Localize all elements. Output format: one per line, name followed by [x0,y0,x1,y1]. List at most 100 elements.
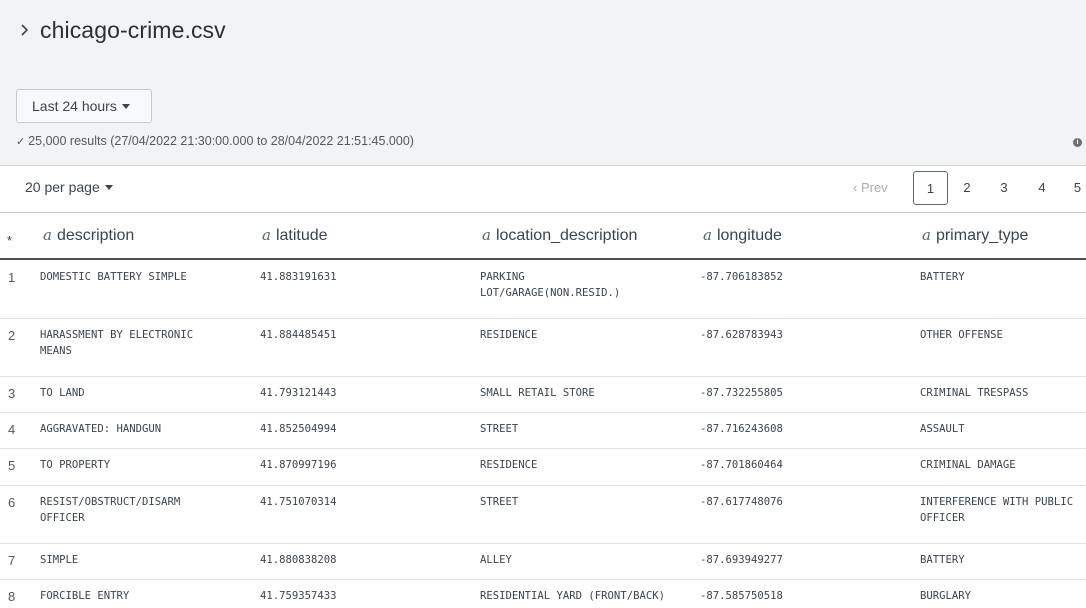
cell-latitude: 41.880838208 [260,554,460,571]
row-number: 5 [8,458,16,473]
cell-description: SIMPLE [40,554,250,571]
page-button-3[interactable]: 3 [993,171,1015,205]
cell-location-description: RESIDENCE [480,459,690,476]
per-page-label: 20 per page [25,179,100,195]
cell-description: TO PROPERTY [40,459,250,476]
info-icon[interactable]: i [1073,138,1082,147]
cell-location-description: RESIDENTIAL YARD (FRONT/BACK) [480,590,690,607]
cell-description: AGGRAVATED: HANDGUN [40,423,250,440]
row-number: 2 [8,328,16,343]
check-icon: ✓ [16,135,26,148]
cell-location-description: SMALL RETAIL STORE [480,387,690,404]
time-range-label: Last 24 hours [32,98,117,114]
table-row[interactable]: 7 SIMPLE 41.880838208 ALLEY -87.693949277 BAT… [0,544,1086,580]
cell-latitude: 41.883191631 [260,271,460,288]
cell-text: DOMESTIC BATTERY SIMPLE [40,271,187,283]
cell-latitude: 41.884485451 [260,329,460,346]
cell-text: CRIMINAL TRESPASS [920,387,1029,399]
cell-text: BURGLARY [920,590,972,602]
cell-text: -87.706183852 [700,271,783,283]
cell-primary-type: BURGLARY [920,590,1086,607]
cell-text: AGGRAVATED: HANDGUN [40,423,162,435]
cell-text: BATTERY [920,554,965,566]
cell-primary-type: OTHER OFFENSE [920,329,1086,346]
cell-text: CRIMINAL DAMAGE [920,459,1016,471]
string-type-icon: a [482,226,491,244]
cell-text: TO PROPERTY [40,459,111,471]
cell-primary-type: ASSAULT [920,423,1086,440]
table-row[interactable]: 1 DOMESTIC BATTERY SIMPLE 41.883191631 PARK… [0,261,1086,319]
cell-text: 41.883191631 [260,271,337,283]
title-row: chicago-crime.csv [18,14,226,46]
column-header-location-description[interactable]: a location_description [482,226,637,245]
cell-text: -87.716243608 [700,423,783,435]
prev-page-button[interactable]: ‹ Prev [853,180,888,195]
cell-description: TO LAND [40,387,250,404]
pagination-bar: 20 per page ‹ Prev 1 2 3 4 5 [0,166,1086,213]
cell-text: RESIDENTIAL YARD (FRONT/BACK) [480,590,665,602]
column-header-description[interactable]: a description [43,226,134,245]
cell-longitude: -87.585750518 [700,590,900,607]
table-row[interactable]: 3 TO LAND 41.793121443 SMALL RETAIL STORE -8… [0,377,1086,413]
cell-text: OTHER OFFENSE [920,329,1003,341]
cell-text: BATTERY [920,271,965,283]
page-button-1[interactable]: 1 [913,171,948,205]
cell-location-description: STREET [480,496,690,513]
results-text: 25,000 results (27/04/2022 21:30:00.000 … [28,134,414,148]
string-type-icon: a [43,226,52,244]
page-button-5[interactable]: 5 [1069,171,1086,205]
cell-text: 41.880838208 [260,554,337,566]
cell-text: -87.701860464 [700,459,783,471]
cell-longitude: -87.617748076 [700,496,900,513]
cell-description: FORCIBLE ENTRY [40,590,250,607]
caret-down-icon [121,104,130,109]
cell-location-description: STREET [480,423,690,440]
table-row[interactable]: 6 RESIST/OBSTRUCT/DISARM OFFICER 41.7510703… [0,486,1086,544]
time-range-picker[interactable]: Last 24 hours [16,89,152,123]
table-row[interactable]: 4 AGGRAVATED: HANDGUN 41.852504994 STREET -8… [0,413,1086,449]
cell-text: 41.870997196 [260,459,337,471]
cell-text: -87.693949277 [700,554,783,566]
cell-text: ASSAULT [920,423,965,435]
row-number: 6 [8,495,16,510]
cell-text: 41.793121443 [260,387,337,399]
table-row[interactable]: 5 TO PROPERTY 41.870997196 RESIDENCE -87.701… [0,449,1086,486]
cell-location-description: ALLEY [480,554,690,571]
cell-description: RESIST/OBSTRUCT/DISARM OFFICER [40,496,250,529]
cell-location-description: PARKING LOT/GARAGE(NON.RESID.) [480,271,690,304]
column-header-latitude[interactable]: a latitude [262,226,328,245]
table-row[interactable]: 8 FORCIBLE ENTRY 41.759357433 RESIDENTIAL Y… [0,580,1086,608]
cell-text: STREET [480,496,519,508]
string-type-icon: a [703,226,712,244]
per-page-dropdown[interactable]: 20 per page [25,179,113,195]
search-header: chicago-crime.csv Last 24 hours ✓ 25,000… [0,0,1086,166]
cell-text: -87.585750518 [700,590,783,602]
cell-latitude: 41.870997196 [260,459,460,476]
cell-primary-type: BATTERY [920,554,1086,571]
results-summary: ✓ 25,000 results (27/04/2022 21:30:00.00… [16,134,414,148]
cell-text: RESIDENCE [480,329,538,341]
table-row[interactable]: 2 HARASSMENT BY ELECTRONIC MEANS 41.8844854… [0,319,1086,377]
cell-description: HARASSMENT BY ELECTRONIC MEANS [40,329,250,362]
cell-latitude: 41.852504994 [260,423,460,440]
row-number: 3 [8,386,16,401]
table-header: * a description a latitude a location_descr… [0,213,1086,260]
cell-text: -87.617748076 [700,496,783,508]
page-button-2[interactable]: 2 [956,171,978,205]
page-button-4[interactable]: 4 [1031,171,1053,205]
cell-longitude: -87.732255805 [700,387,900,404]
column-header-longitude[interactable]: a longitude [703,226,782,245]
cell-text: FORCIBLE ENTRY [40,590,130,602]
cell-primary-type: INTERFERENCE WITH PUBLIC OFFICER [920,496,1086,529]
cell-primary-type: BATTERY [920,271,1086,288]
cell-text: 41.884485451 [260,329,337,341]
cell-latitude: 41.751070314 [260,496,460,513]
cell-location-description: RESIDENCE [480,329,690,346]
row-number: 1 [8,270,16,285]
cell-text: SIMPLE [40,554,79,566]
cell-text: -87.732255805 [700,387,783,399]
page-title: chicago-crime.csv [40,16,226,43]
row-number: 8 [8,589,16,604]
column-header-primary-type[interactable]: a primary_type [922,226,1028,245]
chevron-right-icon[interactable] [18,23,32,37]
